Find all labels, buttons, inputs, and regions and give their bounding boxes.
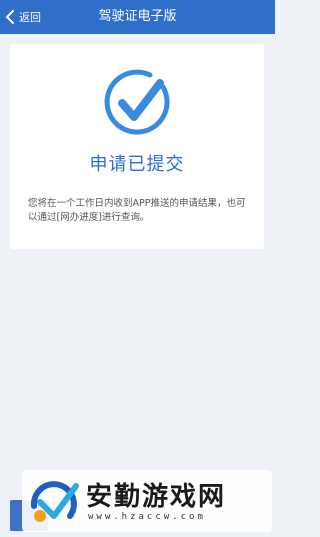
watermark-logo-icon — [30, 481, 79, 522]
result-title: 申请已提交 — [89, 154, 185, 175]
chevron-left-icon — [6, 10, 14, 24]
watermark-name: 安勤游戏网 — [86, 482, 227, 512]
check-circle-icon — [104, 69, 170, 135]
page-title: 驾驶证电子版 — [98, 9, 177, 24]
watermark-url: www.hzaccw.com — [88, 512, 206, 522]
result-card: 申请已提交 您将在一个工作日内收到APP推送的申请结果，也可以通过[网办进度]进… — [10, 44, 264, 249]
back-label: 返回 — [19, 11, 41, 24]
watermark: 安勤游戏网 www.hzaccw.com — [22, 470, 272, 532]
back-button[interactable]: 返回 — [4, 0, 41, 34]
top-nav-bar: 返回 驾驶证电子版 — [0, 0, 275, 34]
result-description: 您将在一个工作日内收到APP推送的申请结果，也可以通过[网办进度]进行查询。 — [28, 198, 246, 223]
